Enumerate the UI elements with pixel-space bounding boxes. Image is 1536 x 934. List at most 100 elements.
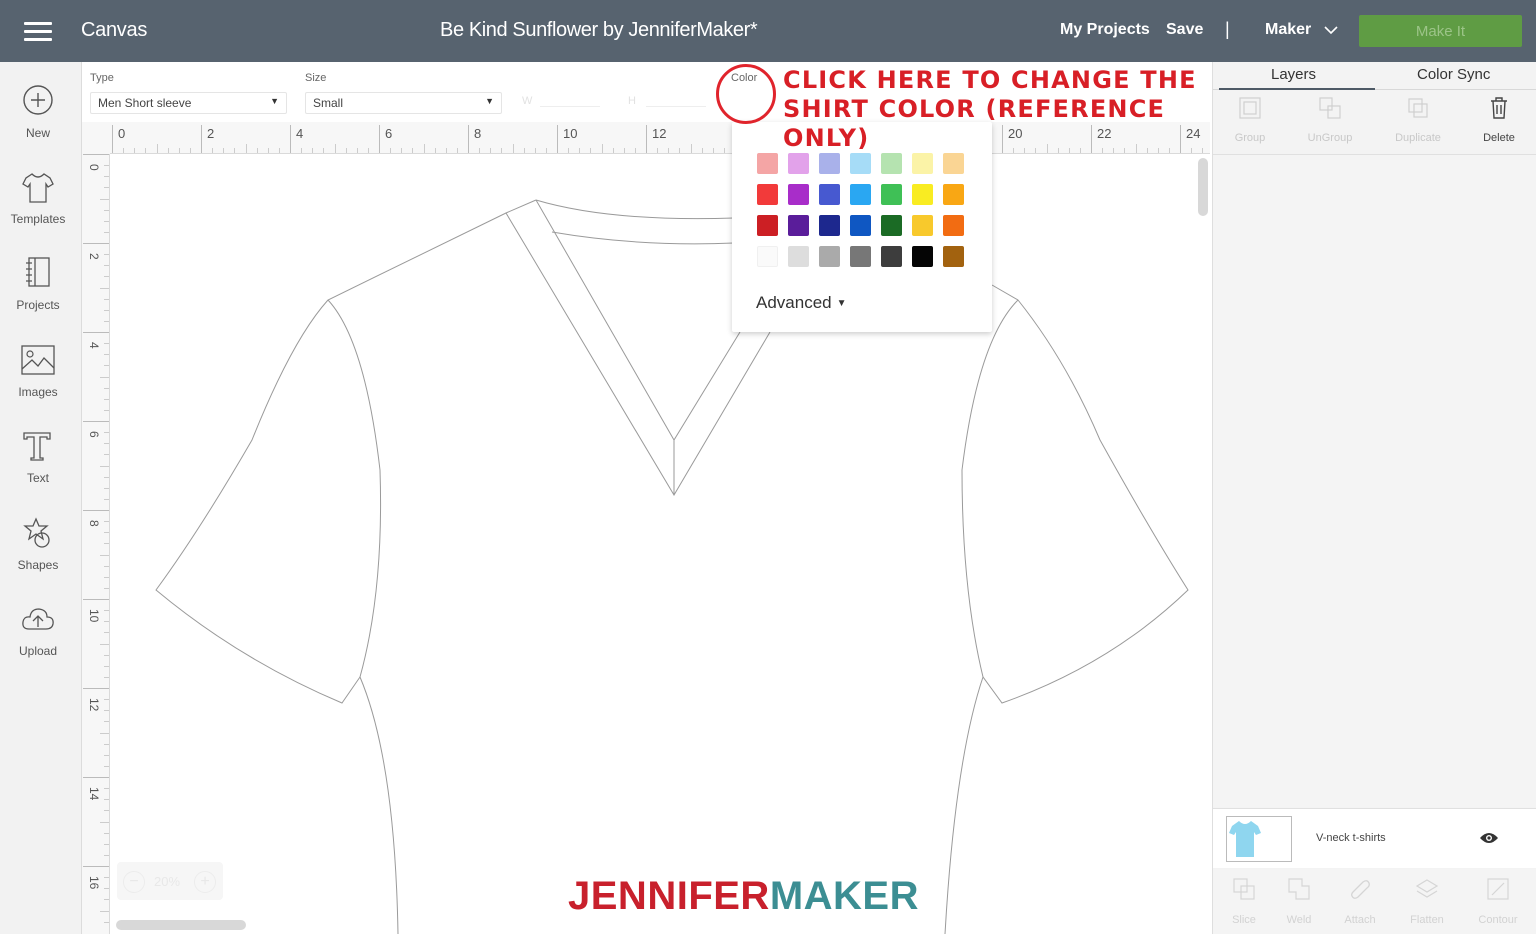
- advanced-toggle[interactable]: Advanced ▼: [756, 293, 847, 313]
- slice-icon: [1233, 878, 1255, 900]
- ruler-minor-tick: [104, 743, 109, 745]
- group-button[interactable]: Group: [1215, 92, 1285, 152]
- vertical-scrollbar[interactable]: [1198, 158, 1208, 216]
- image-icon: [21, 345, 55, 375]
- contour-icon: [1487, 878, 1509, 900]
- save-button[interactable]: Save: [1166, 21, 1203, 39]
- my-projects-link[interactable]: My Projects: [1060, 21, 1150, 39]
- color-swatch[interactable]: [912, 215, 933, 236]
- hamburger-menu-icon[interactable]: [24, 22, 52, 42]
- attach-button[interactable]: Attach: [1329, 873, 1391, 929]
- color-swatch[interactable]: [788, 184, 809, 205]
- images-tool[interactable]: Images: [0, 343, 82, 423]
- tab-layers[interactable]: Layers: [1271, 66, 1316, 83]
- ruler-minor-tick: [104, 365, 109, 367]
- color-swatch[interactable]: [881, 153, 902, 174]
- color-swatch[interactable]: [943, 153, 964, 174]
- ruler-minor-tick: [712, 148, 714, 153]
- layer-row[interactable]: V-neck t-shirts: [1213, 808, 1536, 868]
- ruler-minor-tick: [545, 148, 547, 153]
- weld-button[interactable]: Weld: [1268, 873, 1330, 929]
- color-swatch[interactable]: [850, 184, 871, 205]
- ruler-minor-tick: [590, 148, 592, 153]
- upload-tool[interactable]: Upload: [0, 602, 82, 682]
- ruler-minor-tick: [123, 148, 125, 153]
- color-swatch[interactable]: [757, 246, 778, 267]
- ruler-minor-tick: [623, 148, 625, 153]
- type-select[interactable]: Men Short sleeve ▼: [90, 92, 287, 114]
- ruler-tick-label: 6: [385, 126, 393, 141]
- duplicate-button[interactable]: Duplicate: [1383, 92, 1453, 152]
- ruler-minor-tick: [323, 148, 325, 153]
- ruler-tick: [83, 332, 109, 333]
- new-tool[interactable]: New: [0, 84, 82, 164]
- color-swatch[interactable]: [819, 184, 840, 205]
- ruler-minor-tick: [356, 148, 358, 153]
- color-swatch[interactable]: [850, 153, 871, 174]
- templates-tool[interactable]: Templates: [0, 170, 82, 250]
- text-tool[interactable]: Text: [0, 429, 82, 509]
- ruler-minor-tick: [104, 398, 109, 400]
- ruler-minor-tick: [100, 198, 109, 200]
- flatten-button[interactable]: Flatten: [1396, 873, 1458, 929]
- color-swatch[interactable]: [850, 215, 871, 236]
- ruler-tick: [83, 510, 109, 511]
- ruler-tick: [83, 688, 109, 689]
- ruler-minor-tick: [512, 144, 514, 153]
- color-swatch[interactable]: [757, 215, 778, 236]
- height-input[interactable]: [646, 95, 706, 107]
- ruler-tick: [83, 777, 109, 778]
- ruler-minor-tick: [690, 144, 692, 153]
- color-swatch[interactable]: [881, 184, 902, 205]
- ungroup-button[interactable]: UnGroup: [1295, 92, 1365, 152]
- projects-tool[interactable]: Projects: [0, 256, 82, 336]
- color-swatch[interactable]: [819, 246, 840, 267]
- color-swatch[interactable]: [943, 246, 964, 267]
- zoom-in-button[interactable]: +: [194, 871, 216, 893]
- ruler-minor-tick: [104, 343, 109, 345]
- make-it-button[interactable]: Make It: [1359, 15, 1522, 47]
- color-swatch[interactable]: [788, 153, 809, 174]
- color-swatch[interactable]: [850, 246, 871, 267]
- contour-button[interactable]: Contour: [1467, 873, 1529, 929]
- ruler-minor-tick: [104, 843, 109, 845]
- ruler-minor-tick: [423, 144, 425, 153]
- ruler-minor-tick: [100, 376, 109, 378]
- ungroup-icon: [1319, 97, 1341, 119]
- color-swatch[interactable]: [757, 153, 778, 174]
- color-swatch[interactable]: [819, 153, 840, 174]
- color-swatch[interactable]: [912, 246, 933, 267]
- layer-thumbnail: [1226, 816, 1292, 862]
- zoom-out-button[interactable]: −: [123, 871, 145, 893]
- tab-color-sync[interactable]: Color Sync: [1417, 66, 1490, 83]
- color-swatch[interactable]: [819, 215, 840, 236]
- machine-select[interactable]: Maker: [1265, 21, 1338, 39]
- color-swatch[interactable]: [912, 153, 933, 174]
- color-swatch[interactable]: [788, 246, 809, 267]
- size-select[interactable]: Small ▼: [305, 92, 502, 114]
- shapes-tool[interactable]: Shapes: [0, 516, 82, 596]
- tshirt-icon: [22, 173, 54, 203]
- color-swatch[interactable]: [943, 184, 964, 205]
- color-swatch[interactable]: [788, 215, 809, 236]
- slice-button[interactable]: Slice: [1213, 873, 1275, 929]
- ruler-minor-tick: [679, 148, 681, 153]
- color-swatch[interactable]: [912, 184, 933, 205]
- color-swatch[interactable]: [757, 184, 778, 205]
- eye-icon[interactable]: [1479, 831, 1499, 845]
- size-value: Small: [313, 96, 344, 110]
- ruler-minor-tick: [100, 732, 109, 734]
- design-canvas[interactable]: [111, 155, 1211, 934]
- color-swatch[interactable]: [881, 215, 902, 236]
- caret-down-icon: ▼: [485, 96, 494, 106]
- delete-button[interactable]: Delete: [1464, 92, 1534, 152]
- ruler-tick: [83, 599, 109, 600]
- ruler-minor-tick: [267, 148, 269, 153]
- width-input[interactable]: [540, 95, 600, 107]
- delete-label: Delete: [1483, 132, 1515, 144]
- group-icon: [1239, 97, 1261, 119]
- ruler-minor-tick: [104, 454, 109, 456]
- color-swatch[interactable]: [881, 246, 902, 267]
- color-swatch[interactable]: [943, 215, 964, 236]
- horizontal-scrollbar[interactable]: [116, 920, 246, 930]
